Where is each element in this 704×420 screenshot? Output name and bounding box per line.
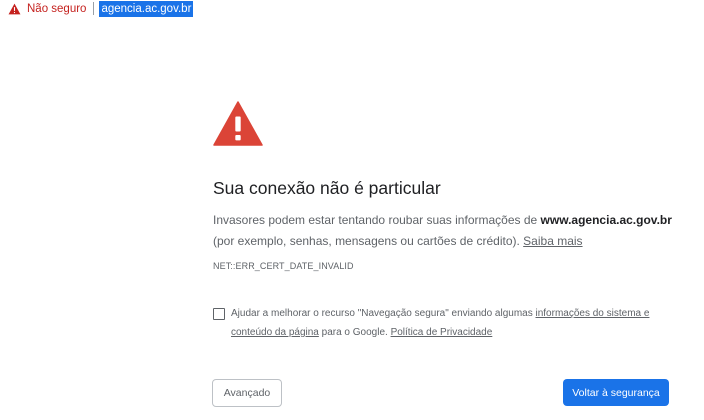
description-text-1: Invasores podem estar tentando roubar su…: [213, 213, 541, 227]
error-code: NET::ERR_CERT_DATE_INVALID: [213, 261, 354, 271]
back-to-safety-button[interactable]: Voltar à segurança: [563, 379, 669, 406]
safe-browsing-text: Ajudar a melhorar o recurso "Navegação s…: [231, 304, 671, 342]
page-title: Sua conexão não é particular: [213, 178, 441, 198]
safe-browsing-checkbox[interactable]: [213, 308, 225, 320]
address-bar[interactable]: Não seguro agencia.ac.gov.br: [0, 0, 704, 18]
url-text[interactable]: agencia.ac.gov.br: [99, 0, 194, 17]
omnibox-divider: [93, 2, 95, 15]
learn-more-link[interactable]: Saiba mais: [523, 234, 582, 248]
warning-icon[interactable]: [8, 3, 21, 15]
safe-browsing-text-2: para o Google.: [318, 327, 391, 338]
domain-text: www.agencia.ac.gov.br: [540, 213, 672, 227]
advanced-button[interactable]: Avançado: [212, 379, 282, 407]
address-bar-content: Não seguro agencia.ac.gov.br: [8, 0, 194, 17]
description-text-2: (por exemplo, senhas, mensagens ou cartõ…: [213, 234, 524, 248]
safe-browsing-text-1: Ajudar a melhorar o recurso "Navegação s…: [231, 308, 536, 319]
error-description: Invasores podem estar tentando roubar su…: [213, 210, 675, 252]
warning-triangle-icon: [213, 101, 263, 146]
not-secure-label[interactable]: Não seguro: [27, 3, 86, 15]
privacy-policy-link[interactable]: Política de Privacidade: [391, 327, 493, 338]
